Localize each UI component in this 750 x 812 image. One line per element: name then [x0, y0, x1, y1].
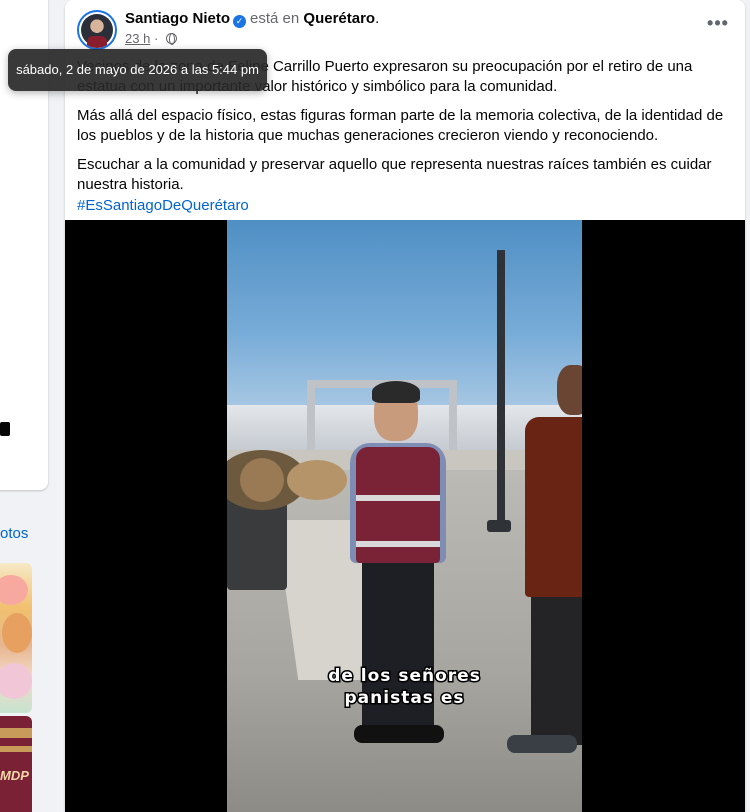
more-options-button[interactable]: ••• [705, 14, 731, 40]
hashtag-link[interactable]: #EsSantiagoDeQuerétaro [77, 196, 733, 216]
location-suffix: . [375, 10, 380, 27]
feed-post: Santiago Nieto ✓ está en Querétaro. 23 h ·… [65, 0, 745, 812]
location-link[interactable]: Querétaro [303, 10, 375, 27]
post-meta: 23 h · [125, 31, 177, 46]
photos-link[interactable]: otos [0, 525, 28, 542]
thumbnail-text: MDP [0, 768, 29, 783]
post-paragraph: Más allá del espacio físico, estas figur… [77, 107, 724, 144]
avatar[interactable] [77, 10, 117, 50]
timestamp-link[interactable]: 23 h [125, 31, 150, 46]
meta-separator: · [153, 31, 159, 46]
author-line: Santiago Nieto ✓ está en Querétaro. [125, 10, 379, 28]
at-text: está en [250, 10, 300, 27]
left-card-icon [0, 422, 10, 436]
photo-thumbnail[interactable] [0, 563, 32, 713]
globe-icon [165, 33, 177, 45]
author-name[interactable]: Santiago Nieto [125, 10, 230, 27]
person-right [507, 365, 582, 805]
verified-badge-icon: ✓ [233, 15, 247, 28]
video-frame: de los señores panistas es [227, 220, 582, 812]
person-left [332, 381, 462, 805]
left-column: otos MDP [0, 0, 48, 812]
video-caption-line: de los señores [327, 665, 482, 688]
post-header: Santiago Nieto ✓ está en Querétaro. 23 h ·… [65, 0, 745, 55]
video-caption-line: panistas es [343, 687, 465, 710]
photo-thumbnail[interactable]: MDP [0, 716, 32, 812]
video-player[interactable]: de los señores panistas es [65, 220, 745, 812]
timestamp-tooltip: sábado, 2 de mayo de 2026 a las 5:44 pm [8, 49, 267, 91]
post-paragraph: Escuchar a la comunidad y preservar aque… [77, 156, 712, 193]
